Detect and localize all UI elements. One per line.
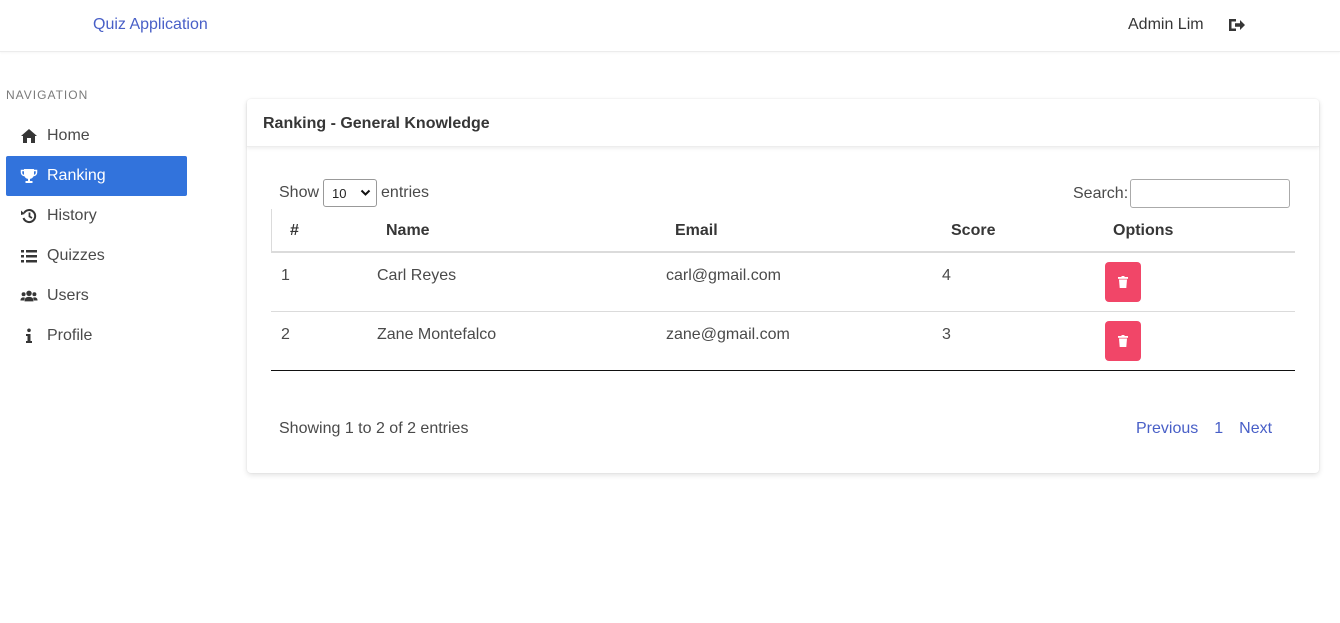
cell-rank: 2 bbox=[281, 326, 290, 343]
search-label: Search: bbox=[1073, 184, 1129, 202]
cell-email: zane@gmail.com bbox=[666, 326, 790, 343]
trash-icon bbox=[1118, 335, 1128, 347]
menu-label: NAVIGATION bbox=[6, 88, 89, 102]
users-icon bbox=[20, 287, 38, 305]
cell-name: Zane Montefalco bbox=[377, 326, 497, 343]
cell-email: carl@gmail.com bbox=[666, 267, 781, 284]
top-navbar: Quiz Application Admin Lim bbox=[0, 0, 1340, 52]
sidebar-item-users[interactable]: Users bbox=[6, 276, 187, 316]
sidebar-item-label: Quizzes bbox=[47, 247, 105, 264]
search-input[interactable] bbox=[1130, 179, 1291, 208]
trophy-icon bbox=[20, 167, 38, 185]
sidebar-item-home[interactable]: Home bbox=[6, 116, 187, 156]
sidebar-item-history[interactable]: History bbox=[6, 196, 187, 236]
sign-out-icon[interactable] bbox=[1228, 17, 1246, 33]
ranking-table: # Name Email Score Options 1 Carl Reyes … bbox=[271, 209, 1295, 371]
table-row: 2 Zane Montefalco zane@gmail.com 3 bbox=[271, 312, 1295, 371]
sidebar-item-label: History bbox=[47, 207, 97, 224]
search-control: Search: bbox=[1073, 179, 1291, 208]
next-page-button[interactable]: Next bbox=[1239, 420, 1272, 438]
entries-length-select[interactable]: 10 bbox=[323, 179, 378, 207]
ranking-card: Ranking - General Knowledge Show 10 entr… bbox=[247, 99, 1319, 473]
column-header-name[interactable]: Name bbox=[368, 209, 657, 251]
sidebar-item-quizzes[interactable]: Quizzes bbox=[6, 236, 187, 276]
history-icon bbox=[20, 207, 38, 225]
page-number-button[interactable]: 1 bbox=[1214, 420, 1223, 438]
length-value: 10 bbox=[332, 185, 347, 201]
cell-name: Carl Reyes bbox=[377, 267, 457, 284]
info-icon bbox=[20, 327, 38, 345]
pagination: Previous 1 Next bbox=[1136, 420, 1272, 438]
cell-rank: 1 bbox=[281, 267, 290, 284]
sidebar-item-label: Home bbox=[47, 127, 90, 144]
entries-length-control: Show 10 entries bbox=[279, 179, 429, 207]
sidebar-item-ranking[interactable]: Ranking bbox=[6, 156, 187, 196]
card-title: Ranking - General Knowledge bbox=[247, 99, 1319, 147]
sidebar-item-label: Users bbox=[47, 287, 89, 304]
length-suffix: entries bbox=[381, 184, 430, 201]
table-header: # Name Email Score Options bbox=[271, 209, 1295, 253]
previous-page-button[interactable]: Previous bbox=[1136, 420, 1198, 438]
list-icon bbox=[20, 247, 38, 265]
column-header-score[interactable]: Score bbox=[933, 209, 1095, 251]
cell-score: 4 bbox=[942, 267, 951, 284]
column-header-rank[interactable]: # bbox=[272, 209, 368, 251]
trash-icon bbox=[1118, 276, 1128, 288]
column-header-options: Options bbox=[1113, 222, 1174, 239]
cell-score: 3 bbox=[942, 326, 951, 343]
sidebar-item-profile[interactable]: Profile bbox=[6, 316, 187, 356]
user-name[interactable]: Admin Lim bbox=[1128, 16, 1204, 34]
sidebar-item-label: Profile bbox=[47, 327, 93, 344]
table-row: 1 Carl Reyes carl@gmail.com 4 bbox=[271, 253, 1295, 312]
column-header-email[interactable]: Email bbox=[657, 209, 933, 251]
brand-link[interactable]: Quiz Application bbox=[93, 16, 208, 34]
chevron-down-icon bbox=[360, 189, 371, 196]
sidebar-item-label: Ranking bbox=[47, 167, 106, 184]
delete-button[interactable] bbox=[1105, 321, 1141, 361]
sidebar: NAVIGATION Home Ranking History Quizzes … bbox=[6, 88, 187, 356]
home-icon bbox=[20, 127, 38, 145]
table-info: Showing 1 to 2 of 2 entries bbox=[279, 420, 469, 437]
length-prefix: Show bbox=[279, 184, 320, 201]
delete-button[interactable] bbox=[1105, 262, 1141, 302]
